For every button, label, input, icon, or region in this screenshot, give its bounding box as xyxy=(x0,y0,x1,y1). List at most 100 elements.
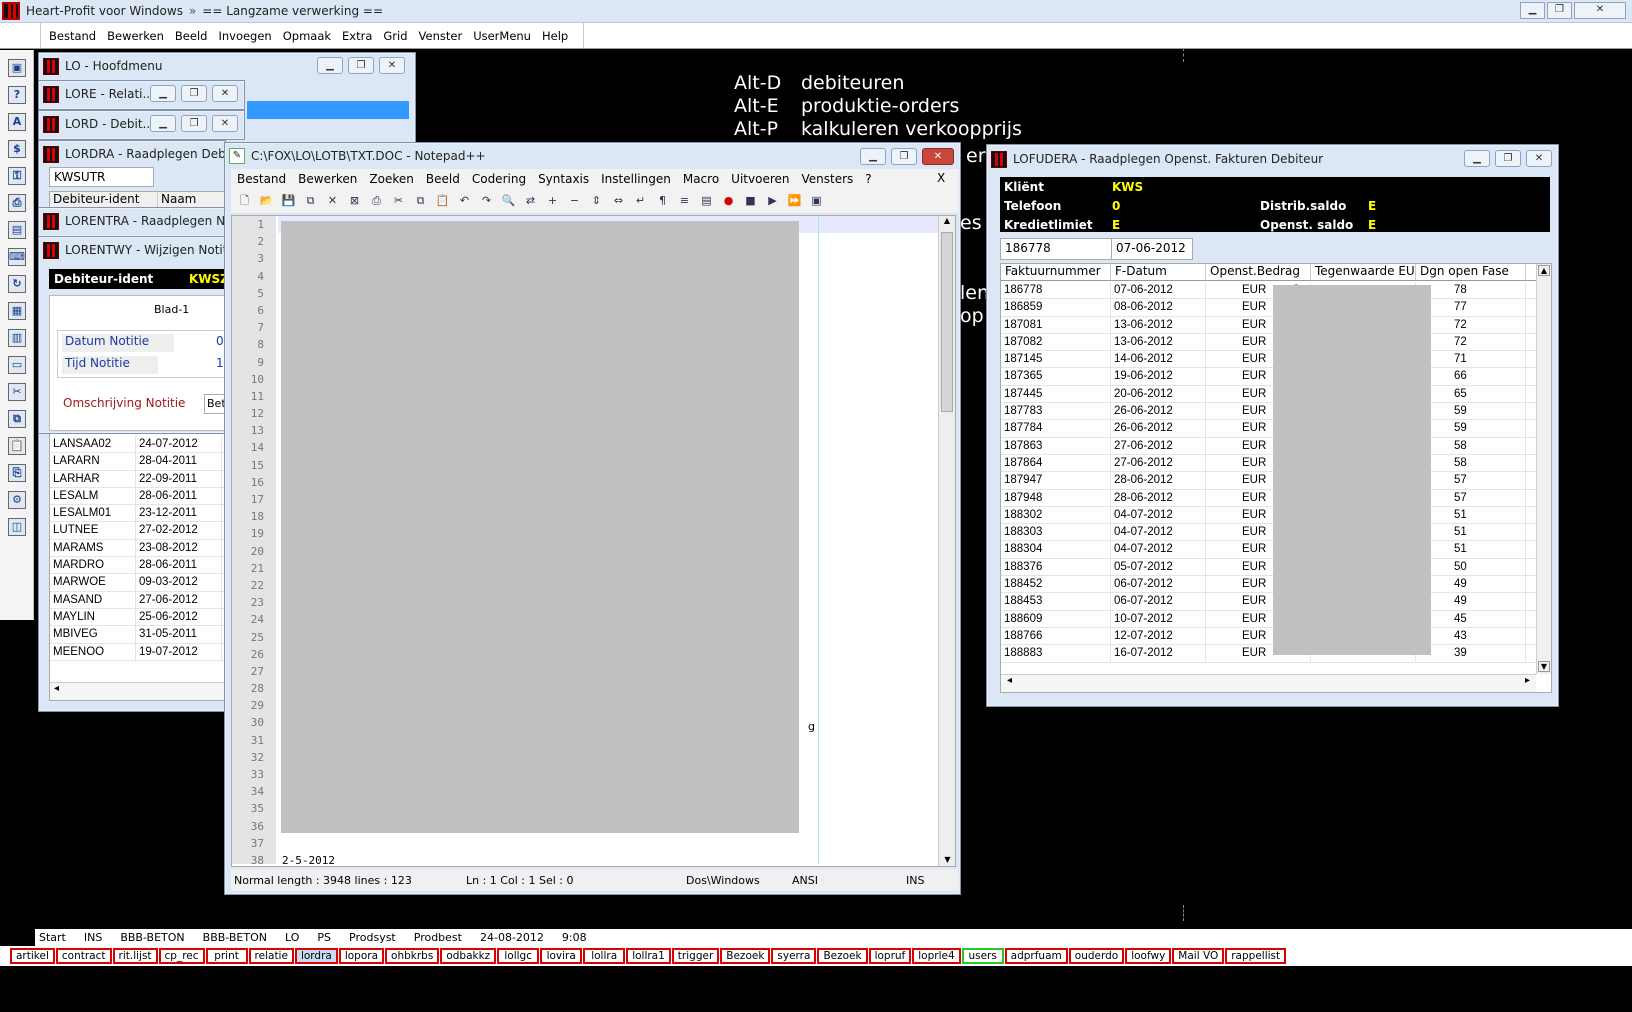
notepad-minimize-button[interactable]: ▁ xyxy=(860,148,886,165)
table-row[interactable]: 18685908-06-2012EUR277 xyxy=(1001,299,1536,317)
table-row[interactable]: MAYLIN 25-06-2012 xyxy=(50,608,224,627)
taskbar-item-lovira[interactable]: lovira xyxy=(540,948,583,964)
window-lore[interactable]: LORE - Relati... ▁ ❐ ✕ xyxy=(38,80,245,110)
table-row[interactable]: LESALM01 23-12-2011 xyxy=(50,505,224,523)
close-icon[interactable]: ✕ xyxy=(323,192,342,210)
zoom-in-icon[interactable]: + xyxy=(543,192,562,210)
lofudera-col-3[interactable]: Tegenwaarde EUR xyxy=(1311,264,1416,280)
folder-icon[interactable]: ▤ xyxy=(697,192,716,210)
lofudera-scroll-right-icon[interactable]: ▸ xyxy=(1525,675,1530,692)
lofudera-col-2[interactable]: Openst.Bedrag xyxy=(1206,264,1311,280)
taskbar-item-bezoek[interactable]: Bezoek xyxy=(817,948,868,964)
notepad-menu-vensters[interactable]: Vensters xyxy=(801,172,853,186)
table-row[interactable]: 18845206-07-2012EUR249 xyxy=(1001,576,1536,594)
taskbar-item-ritlijst[interactable]: rit.lijst xyxy=(112,948,158,964)
taskbar-item-mailvo[interactable]: Mail VO xyxy=(1172,948,1225,964)
notepad-menu-uitvoeren[interactable]: Uitvoeren xyxy=(731,172,789,186)
table-row[interactable]: MBIVEG 31-05-2011 xyxy=(50,626,224,644)
table-row[interactable]: LARARN 28-04-2011 xyxy=(50,453,224,471)
lo-maximize-button[interactable]: ❐ xyxy=(348,57,374,74)
lordra-col-debiteur[interactable]: Debiteur-ident xyxy=(50,192,158,208)
app-minimize-button[interactable]: ▁ xyxy=(1520,2,1545,19)
show-all-icon[interactable]: ¶ xyxy=(653,192,672,210)
settings-icon[interactable]: ⚙ xyxy=(8,491,26,509)
taskbar-item-relatie[interactable]: relatie xyxy=(248,948,294,964)
zoom-out-icon[interactable]: − xyxy=(565,192,584,210)
lo-minimize-button[interactable]: ▁ xyxy=(317,57,343,74)
lore-maximize-button[interactable]: ❐ xyxy=(181,85,207,102)
copy-icon[interactable]: ⧉ xyxy=(8,410,26,428)
table-row[interactable]: 18860910-07-2012EUR145 xyxy=(1001,610,1536,628)
app-close-button[interactable]: ✕ xyxy=(1574,2,1626,19)
table-row[interactable]: 188453 06-07-2012 EUR 49 xyxy=(1001,593,1536,611)
table-row[interactable]: 18708113-06-2012EUR372 xyxy=(1001,316,1536,334)
lofudera-col-0[interactable]: Faktuurnummer xyxy=(1001,264,1111,280)
table-row[interactable]: LESALM 28-06-2011 xyxy=(50,487,224,506)
menu-beeld[interactable]: Beeld xyxy=(175,29,208,43)
taskbar-item-odbakkz[interactable]: odbakkz xyxy=(440,948,497,964)
lordra-search-input[interactable]: KWSUTR xyxy=(49,167,154,187)
undo-icon[interactable]: ↶ xyxy=(455,192,474,210)
lofudera-scroll-down-icon[interactable]: ▼ xyxy=(1538,661,1550,672)
table-row[interactable]: MARWOE 09-03-2012 xyxy=(50,574,224,592)
close-all-icon[interactable]: ⊠ xyxy=(345,192,364,210)
menu-venster[interactable]: Venster xyxy=(419,29,463,43)
panel-icon[interactable]: ▭ xyxy=(8,356,26,374)
lofudera-filter-date-input[interactable]: 07-06-2012 xyxy=(1111,238,1193,260)
table-row[interactable]: 18744520-06-2012EUR265 xyxy=(1001,385,1536,404)
menu-invoegen[interactable]: Invoegen xyxy=(218,29,271,43)
menu-usermenu[interactable]: UserMenu xyxy=(473,29,531,43)
menu-grid[interactable]: Grid xyxy=(383,29,407,43)
find-icon[interactable]: 🔍 xyxy=(499,192,518,210)
window-notepad[interactable]: ✎ C:\FOX\LO\LOTB\TXT.DOC - Notepad++ ▁ ❐ ✕… xyxy=(224,142,961,895)
notepad-menu-beeld[interactable]: Beeld xyxy=(426,172,460,186)
taskbar-item-lollgc[interactable]: lollgc xyxy=(497,948,540,964)
notepad-menu-macro[interactable]: Macro xyxy=(683,172,719,186)
preview-icon[interactable]: ◫ xyxy=(8,518,26,536)
table-row[interactable]: 188883 16-07-2012 EUR 39 xyxy=(1001,645,1536,663)
lordra-hscrollbar[interactable]: ◂ xyxy=(50,682,224,700)
notepad-menu-bestand[interactable]: Bestand xyxy=(237,172,286,186)
table-row[interactable]: 188302 04-07-2012 EUR 51 xyxy=(1001,506,1536,525)
save-macro-icon[interactable]: ▣ xyxy=(807,192,826,210)
cut-icon[interactable]: ✂ xyxy=(389,192,408,210)
taskbar-item-users[interactable]: users xyxy=(961,948,1004,964)
table-row[interactable]: 18830404-07-2012EUR151 xyxy=(1001,541,1536,559)
notepad-close-document-button[interactable]: X xyxy=(937,171,945,185)
window-lorentra[interactable]: LORENTRA - Raadplegen Notiti xyxy=(38,207,249,237)
lorentwy-tab-blad1[interactable]: Blad-1 xyxy=(154,303,189,316)
table-row[interactable]: 18876612-07-2012EUR243 xyxy=(1001,627,1536,646)
table-row[interactable]: 187864 27-06-2012 EUR 58 xyxy=(1001,454,1536,473)
app-maximize-button[interactable]: ❐ xyxy=(1547,2,1572,19)
taskbar-item-adprfuam[interactable]: adprfuam xyxy=(1004,948,1068,964)
notepad-menu-syntaxis[interactable]: Syntaxis xyxy=(538,172,589,186)
indent-guide-icon[interactable]: ≡ xyxy=(675,192,694,210)
save-icon[interactable]: 💾 xyxy=(279,192,298,210)
paste-icon[interactable]: 📋 xyxy=(8,437,26,455)
record-macro-icon[interactable]: ● xyxy=(719,192,738,210)
lofudera-scroll-up-icon[interactable]: ▲ xyxy=(1538,265,1550,276)
taskbar-item-artikel[interactable]: artikel xyxy=(10,948,55,964)
taskbar-item-lollra1[interactable]: lollra1 xyxy=(626,948,671,964)
table-row[interactable]: 187082 13-06-2012 EUR 72 xyxy=(1001,333,1536,352)
table-row[interactable]: MEENOO 19-07-2012 xyxy=(50,643,224,661)
scissors-icon[interactable]: ✂ xyxy=(8,383,26,401)
taskbar-item-lopora[interactable]: lopora xyxy=(338,948,385,964)
lore-close-button[interactable]: ✕ xyxy=(212,85,238,102)
replace-icon[interactable]: ⇄ xyxy=(521,192,540,210)
lord-minimize-button[interactable]: ▁ xyxy=(150,115,176,132)
lo-close-button[interactable]: ✕ xyxy=(379,57,405,74)
menu-opmaak[interactable]: Opmaak xyxy=(283,29,331,43)
taskbar-item-cprec[interactable]: cp_rec xyxy=(158,948,205,964)
word-wrap-icon[interactable]: ↵ xyxy=(631,192,650,210)
taskbar-item-lordra[interactable]: lordra xyxy=(294,948,338,964)
notepad-maximize-button[interactable]: ❐ xyxy=(891,148,917,165)
redo-icon[interactable]: ↷ xyxy=(477,192,496,210)
notepad-vscrollbar[interactable]: ▲ ▼ xyxy=(938,216,955,866)
keyboard-icon[interactable]: ⌨ xyxy=(8,248,26,266)
notepad-menu-bewerken[interactable]: Bewerken xyxy=(298,172,357,186)
lorentwy-tijd-value[interactable]: 1 xyxy=(216,356,224,370)
open-file-icon[interactable]: 📂 xyxy=(257,192,276,210)
notepad-menu-instellingen[interactable]: Instellingen xyxy=(601,172,671,186)
menu-help[interactable]: Help xyxy=(542,29,568,43)
